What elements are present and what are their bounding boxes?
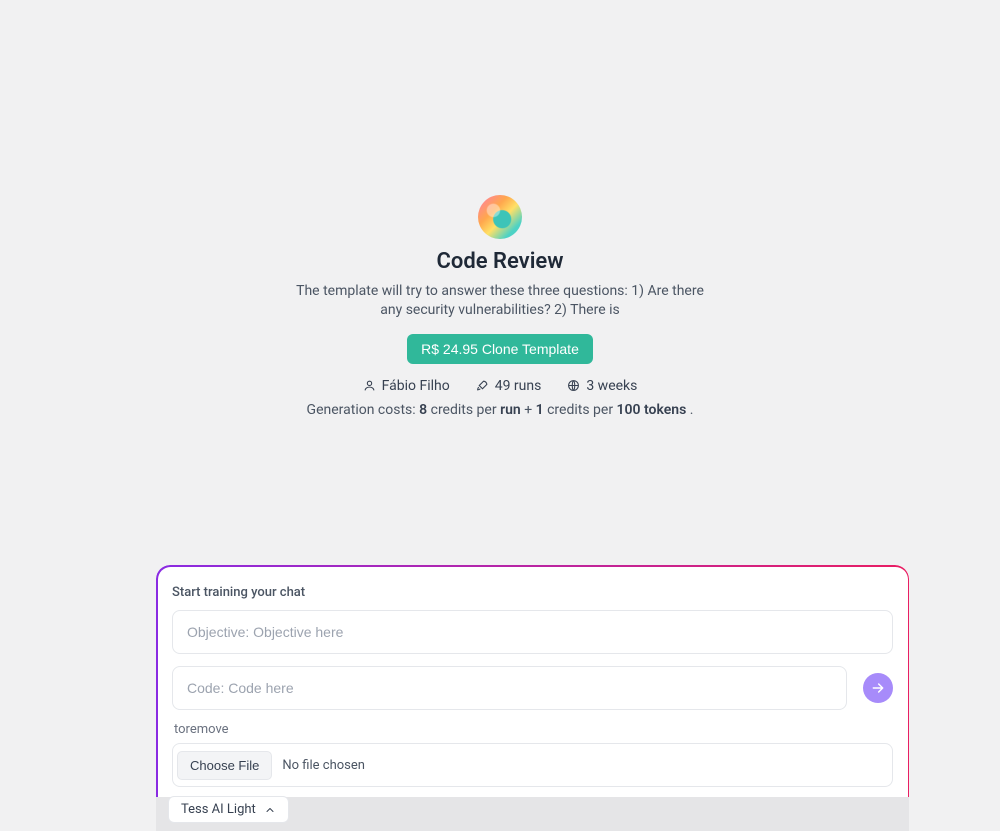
created-age: 3 weeks [586,378,637,394]
template-title: Code Review [0,249,1000,274]
meta-author: Fábio Filho [363,378,450,394]
arrow-right-icon [870,680,886,696]
model-selector[interactable]: Tess AI Light [168,796,289,823]
generation-costs: Generation costs: 8 credits per run + 1 … [0,402,1000,418]
runs-count: 49 runs [495,378,542,394]
file-status: No file chosen [282,758,365,773]
rocket-icon [476,379,489,392]
code-row [172,666,893,710]
objective-row [172,610,893,654]
toremove-label: toremove [174,722,893,737]
code-input[interactable] [172,666,847,710]
author-name: Fábio Filho [382,378,450,394]
choose-file-button[interactable]: Choose File [177,751,272,780]
template-description: The template will try to answer these th… [290,282,710,320]
costs-mid1: credits per [427,402,500,418]
clone-template-button[interactable]: R$ 24.95 Clone Template [407,334,593,364]
meta-runs: 49 runs [476,378,542,394]
costs-mid2: + [521,402,536,418]
costs-credits-run: 8 [419,402,427,418]
costs-credits-tokens: 1 [536,402,544,418]
template-meta-row: Fábio Filho 49 runs 3 weeks [0,378,1000,394]
chat-panel-header: Start training your chat [172,585,893,600]
objective-input[interactable] [172,610,893,654]
costs-prefix: Generation costs: [307,402,420,418]
user-icon [363,379,376,392]
template-avatar [478,195,522,239]
chevron-up-icon [264,804,276,816]
send-button[interactable] [863,673,893,703]
costs-suffix: . [686,402,693,418]
file-row: Choose File No file chosen [172,743,893,787]
model-name: Tess AI Light [181,802,256,817]
template-header: Code Review The template will try to ans… [0,195,1000,418]
globe-icon [567,379,580,392]
chat-panel: Start training your chat toremove Choose… [156,565,909,831]
costs-run-word: run [500,402,521,418]
costs-mid3: credits per [544,402,617,418]
meta-age: 3 weeks [567,378,637,394]
costs-tokens-word: 100 tokens [617,402,687,418]
